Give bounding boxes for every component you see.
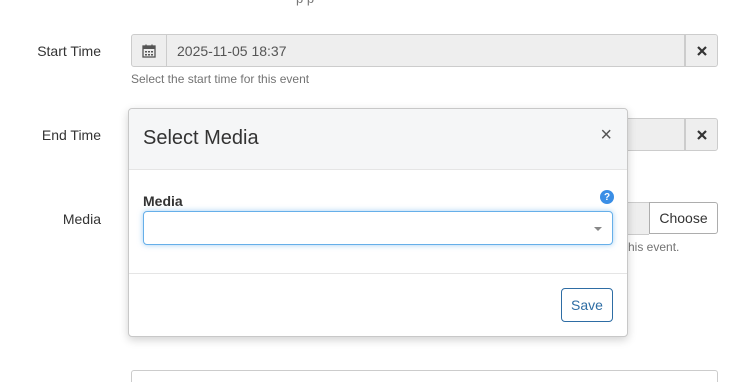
event-form-page: p p Start Time 2025-11-05 18:37 Sele — [0, 0, 737, 382]
media-field-label: Media — [143, 193, 183, 209]
media-help: his event. — [628, 240, 680, 254]
start-time-value: 2025-11-05 18:37 — [177, 42, 287, 59]
truncated-top-text: p p — [296, 0, 314, 6]
calendar-icon — [142, 44, 156, 58]
media-input[interactable] — [628, 202, 649, 235]
close-icon[interactable]: × — [600, 125, 612, 145]
select-media-modal: Select Media × Media ? Save — [128, 108, 628, 337]
calendar-button[interactable] — [131, 34, 167, 67]
help-icon[interactable]: ? — [600, 190, 614, 204]
next-field-input[interactable] — [131, 370, 718, 382]
end-time-clear-button[interactable] — [685, 118, 718, 151]
end-time-label: End Time — [41, 127, 101, 143]
modal-footer-divider — [129, 273, 627, 274]
media-select[interactable] — [143, 211, 613, 245]
media-label: Media — [62, 211, 101, 227]
start-time-input[interactable]: 2025-11-05 18:37 — [167, 34, 685, 67]
end-time-input[interactable] — [628, 118, 685, 151]
chevron-down-icon — [594, 227, 602, 231]
choose-media-button[interactable]: Choose — [649, 202, 718, 234]
start-time-clear-button[interactable] — [685, 34, 718, 67]
times-icon — [696, 129, 707, 140]
start-time-label: Start Time — [37, 43, 101, 59]
times-icon — [696, 45, 707, 56]
save-button[interactable]: Save — [561, 288, 613, 322]
start-time-help: Select the start time for this event — [131, 72, 310, 86]
modal-header: Select Media × — [129, 109, 627, 170]
modal-title: Select Media — [143, 127, 259, 149]
